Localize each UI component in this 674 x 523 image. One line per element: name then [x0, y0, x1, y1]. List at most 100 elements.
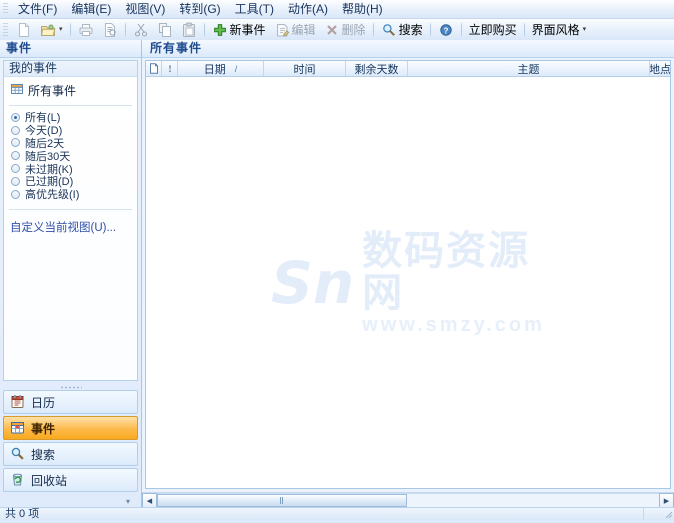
- module-button-events-label: 事件: [31, 421, 56, 436]
- radio-next-30-days-icon[interactable]: [11, 151, 20, 161]
- chevron-down-icon[interactable]: ▾: [583, 26, 587, 33]
- new-event-button[interactable]: 新事件: [208, 19, 270, 40]
- menu-actions[interactable]: 动作(A): [281, 1, 335, 18]
- copy-button[interactable]: [153, 19, 177, 40]
- status-bar: 共 0 项: [0, 507, 674, 520]
- resize-grip-icon[interactable]: [662, 508, 674, 520]
- menu-drag-grip[interactable]: [3, 3, 8, 15]
- scrollbar-track[interactable]: [157, 493, 659, 508]
- view-title: 所有事件: [142, 40, 674, 58]
- filter-option-high-priority-label: 高优先级(I): [25, 189, 80, 202]
- watermark: Sn 数码资源网 www.smzy.com: [271, 230, 545, 336]
- print-button[interactable]: [74, 19, 98, 40]
- toolbar-separator-1: [69, 22, 71, 37]
- tree-item-all-events[interactable]: 所有事件: [10, 82, 133, 98]
- module-list-expander[interactable]: ▾: [3, 494, 138, 508]
- svg-text:!: !: [168, 64, 171, 74]
- radio-expired-icon[interactable]: [11, 176, 20, 186]
- event-icon: [10, 420, 25, 436]
- status-cell-1: [643, 508, 662, 520]
- menu-goto[interactable]: 转到(G): [172, 1, 227, 18]
- navigation-body: 我的事件 所有事件 所有(L) 今天(D) 随后2天 随后30天 未过期(K) …: [3, 60, 138, 381]
- cut-icon: [133, 22, 149, 38]
- toolbar-separator-6: [460, 22, 462, 37]
- module-button-calendar[interactable]: 日历: [3, 390, 138, 414]
- toolbar-separator-5: [429, 22, 431, 37]
- toolbar-separator-4: [372, 22, 374, 37]
- paste-icon: [181, 22, 197, 38]
- edit-event-button[interactable]: 编辑: [270, 19, 320, 40]
- divider: [9, 105, 132, 106]
- column-header-days-remaining[interactable]: 剩余天数: [346, 61, 408, 76]
- horizontal-scrollbar[interactable]: ◀ ▶: [142, 492, 674, 508]
- chevron-down-module-icon[interactable]: ▾: [126, 497, 130, 506]
- column-header-time-label: 时间: [293, 63, 316, 76]
- radio-not-expired-icon[interactable]: [11, 164, 20, 174]
- print-preview-icon: [102, 22, 118, 38]
- module-button-events[interactable]: 事件: [3, 416, 138, 440]
- cut-button[interactable]: [129, 19, 153, 40]
- sort-indicator-icon: /: [234, 63, 238, 74]
- column-header-subject[interactable]: 主题: [408, 61, 650, 76]
- help-button[interactable]: ?: [434, 19, 458, 40]
- menu-edit[interactable]: 编辑(E): [64, 1, 118, 18]
- edit-event-label: 编辑: [291, 22, 316, 37]
- menu-file[interactable]: 文件(F): [11, 1, 64, 18]
- main-split: 事件 我的事件 所有事件 所有(L) 今天(D) 随后2天 随后30天 未过期(…: [0, 40, 674, 508]
- new-document-button[interactable]: [12, 19, 36, 40]
- module-button-search[interactable]: 搜索: [3, 442, 138, 466]
- radio-high-priority-icon[interactable]: [11, 189, 20, 199]
- scroll-left-button[interactable]: ◀: [142, 493, 157, 508]
- module-button-search-label: 搜索: [31, 447, 56, 462]
- scroll-right-button[interactable]: ▶: [659, 493, 674, 508]
- open-folder-dropdown-caret[interactable]: ▾: [59, 26, 63, 33]
- filter-option-high-priority[interactable]: 高优先级(I): [11, 188, 133, 201]
- column-header-priority[interactable]: !: [162, 61, 178, 76]
- folder-tree: 所有事件: [4, 77, 137, 101]
- toolbar-separator-7: [523, 22, 525, 37]
- priority-icon: !: [165, 63, 175, 74]
- open-folder-button[interactable]: ▾: [36, 19, 67, 40]
- column-header-time[interactable]: 时间: [264, 61, 346, 76]
- search-button[interactable]: 搜索: [377, 19, 427, 40]
- open-folder-icon: [40, 22, 56, 38]
- interface-style-label: 界面风格: [531, 22, 580, 37]
- module-button-recycle-bin[interactable]: 回收站: [3, 468, 138, 492]
- column-header-location[interactable]: 地点: [650, 61, 670, 76]
- toolbar-separator-3: [203, 22, 205, 37]
- attachment-doc-icon: [149, 63, 159, 74]
- column-header-location-label: 地点: [650, 63, 670, 76]
- toolbar-separator-2: [124, 22, 126, 37]
- column-header-days-remaining-label: 剩余天数: [354, 63, 399, 76]
- navigation-filler: [4, 235, 137, 380]
- radio-all-icon[interactable]: [11, 112, 20, 122]
- menu-help[interactable]: 帮助(H): [335, 1, 390, 18]
- watermark-site-name: 数码资源网: [362, 228, 531, 315]
- scrollbar-thumb[interactable]: [157, 494, 407, 507]
- event-grid: ! 日期 / 时间 剩余天数 主题 地点 Sn 数码资源网 www.smzy.c…: [145, 60, 671, 489]
- my-events-section-header: 我的事件: [4, 61, 137, 77]
- paste-button[interactable]: [177, 19, 201, 40]
- radio-today-icon[interactable]: [11, 125, 20, 135]
- magnifier-module-icon: [10, 446, 25, 462]
- customize-current-view-link[interactable]: 自定义当前视图(U)...: [10, 222, 116, 234]
- print-preview-button[interactable]: [98, 19, 122, 40]
- module-button-recycle-bin-label: 回收站: [31, 473, 68, 488]
- buy-now-button[interactable]: 立即购买: [465, 19, 521, 40]
- interface-style-button[interactable]: 界面风格 ▾: [528, 19, 591, 40]
- column-header-date[interactable]: 日期 /: [178, 61, 264, 76]
- scrollbar-thumb-grip: [280, 497, 284, 504]
- column-header-attachment[interactable]: [146, 61, 162, 76]
- grid-folder-icon: [10, 82, 24, 98]
- svg-text:?: ?: [443, 26, 448, 35]
- radio-next-2-days-icon[interactable]: [11, 138, 20, 148]
- copy-icon: [157, 22, 173, 38]
- delete-event-button[interactable]: 删除: [320, 19, 370, 40]
- navigation-pane: 事件 我的事件 所有事件 所有(L) 今天(D) 随后2天 随后30天 未过期(…: [0, 40, 142, 508]
- menu-view[interactable]: 视图(V): [118, 1, 172, 18]
- toolbar-drag-grip[interactable]: [3, 22, 8, 37]
- toolbar: ▾ 新事件 编辑 删除 搜索 ? 立即购买 界面风格 ▾: [0, 19, 674, 41]
- event-list-body[interactable]: Sn 数码资源网 www.smzy.com: [146, 77, 670, 488]
- recycle-bin-icon: [10, 472, 25, 488]
- menu-tools[interactable]: 工具(T): [228, 1, 281, 18]
